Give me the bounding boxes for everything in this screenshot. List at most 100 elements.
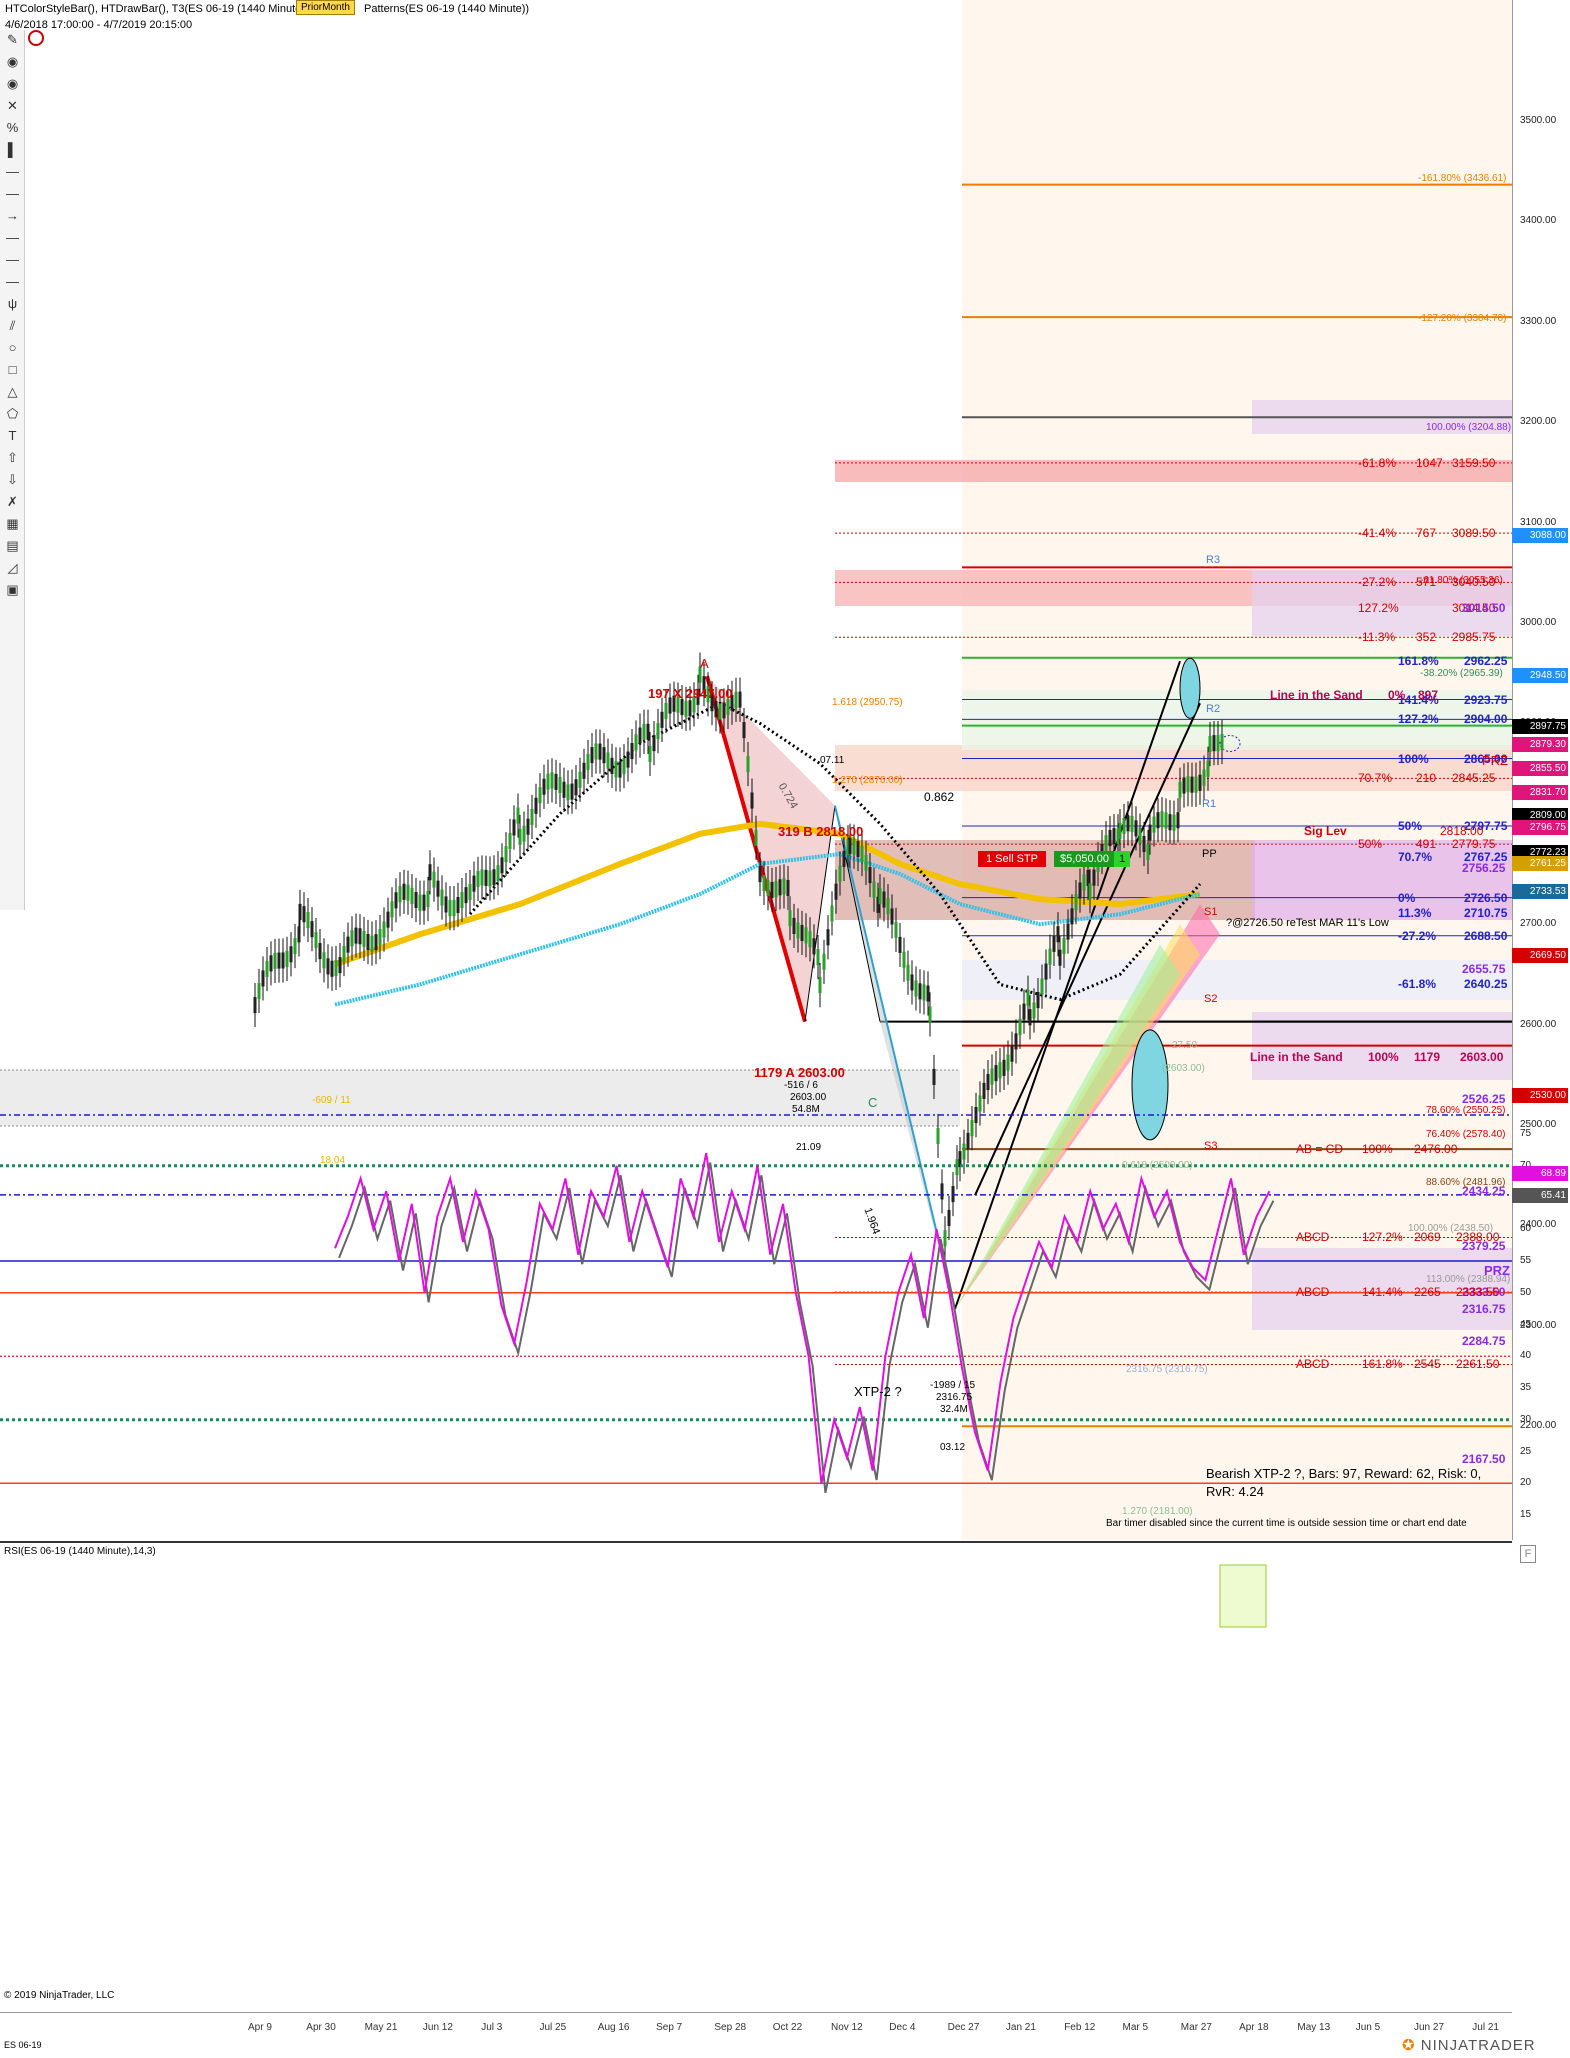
candle-body xyxy=(864,854,868,871)
abcd-name: ABCD xyxy=(1296,1230,1330,1245)
candle-body xyxy=(326,958,330,975)
candle-body xyxy=(302,906,306,923)
abcd-pct: 161.8% xyxy=(1362,1357,1403,1372)
candle-body xyxy=(1202,769,1206,786)
candle-body xyxy=(488,870,492,887)
candle-body xyxy=(1018,1018,1022,1035)
candle-body xyxy=(281,952,285,969)
time-tick: Sep 7 xyxy=(656,2022,683,2033)
prz-pct: 70.7% xyxy=(1358,771,1393,786)
candle-body xyxy=(1122,817,1126,835)
price-label: 2879.30 xyxy=(1512,737,1568,753)
abcd-n: 2545 xyxy=(1414,1357,1441,1372)
rsi-tick: 50 xyxy=(1520,1286,1532,1298)
blue-val: 2904.00 xyxy=(1464,712,1508,727)
candle-body xyxy=(342,946,346,963)
fib-100: 100.00% (2438.50) xyxy=(1408,1223,1494,1234)
fib-1618: 1.618 (2950.75) xyxy=(832,697,903,708)
pivot-r3: R3 xyxy=(1206,554,1221,566)
blue-val: 2726.50 xyxy=(1464,890,1508,905)
ellipse-bottom xyxy=(1131,1029,1169,1141)
panel-divider[interactable] xyxy=(0,1541,1512,1543)
candle-body xyxy=(688,700,692,717)
fib-ext-100: 100.00% (3204.88) xyxy=(1426,422,1512,433)
candle-body xyxy=(518,828,522,845)
candle-body xyxy=(914,980,918,997)
candle-body xyxy=(816,948,820,966)
candle-body xyxy=(926,985,930,1002)
fib-886: 88.60% (2481.96) xyxy=(1426,1177,1506,1188)
candle-body xyxy=(550,772,554,789)
candle-body xyxy=(418,894,422,911)
abcd-val: 2333.50 xyxy=(1456,1285,1500,1300)
candle-body xyxy=(1052,935,1056,952)
qty-tag[interactable]: 1 xyxy=(1114,851,1131,867)
rsi-tick: 45 xyxy=(1520,1318,1532,1330)
candle-body xyxy=(606,752,610,769)
pattern-xab xyxy=(707,676,835,1022)
xtp-label: XTP-2 ? xyxy=(854,1384,902,1399)
candle-body xyxy=(766,880,770,897)
candle-body xyxy=(928,1006,932,1023)
candle-body xyxy=(496,865,500,882)
price-tick: 3300.00 xyxy=(1520,315,1557,327)
candle-body xyxy=(1126,815,1130,832)
candle-body xyxy=(480,869,484,886)
date-0711: 07.11 xyxy=(820,755,845,766)
candle-body xyxy=(962,1143,966,1160)
blue-pct: 0% xyxy=(1398,890,1416,905)
candle-body xyxy=(1048,948,1052,965)
price-label: 2831.70 xyxy=(1512,784,1568,800)
blue-pct: 127.2% xyxy=(1398,712,1439,727)
candle-body xyxy=(452,900,456,917)
candle-body xyxy=(978,1095,982,1112)
prz-pct: -11.3% xyxy=(1358,630,1396,645)
prz-pts: 210 xyxy=(1416,771,1437,786)
blue-val: 2688.50 xyxy=(1464,928,1508,943)
candle-body xyxy=(257,982,261,999)
candle-body xyxy=(622,758,626,775)
line-in-sand-bottom-pct: 100% xyxy=(1368,1050,1399,1064)
candle-body xyxy=(1088,883,1092,900)
time-tick: Jul 3 xyxy=(481,2022,503,2033)
candle-body xyxy=(742,722,746,739)
candle-body xyxy=(1156,812,1160,829)
price-tick: 3200.00 xyxy=(1520,416,1557,428)
candle-body xyxy=(1006,1054,1010,1071)
candle-body xyxy=(318,943,322,960)
candle-body xyxy=(812,938,816,955)
pivot-s3: S3 xyxy=(1204,1140,1218,1152)
abcd-name: ABCD xyxy=(1296,1357,1330,1372)
candle-body xyxy=(1036,992,1040,1009)
blue-pct: -27.2% xyxy=(1398,928,1437,943)
candle-body xyxy=(1206,760,1210,777)
price-label: 2897.75 xyxy=(1512,718,1568,734)
candle-body xyxy=(570,783,574,800)
candle-body xyxy=(346,936,350,953)
point-x-label: 197 X 2947.00 xyxy=(648,686,733,701)
candle-body xyxy=(374,934,378,951)
time-tick: Apr 18 xyxy=(1239,2022,1269,2033)
candle-body xyxy=(1026,989,1030,1006)
candle-body xyxy=(922,984,926,1001)
candle-body xyxy=(386,911,390,928)
low-info-2: 2316.75 xyxy=(936,1392,973,1403)
candle-body xyxy=(426,890,430,908)
logo-mark-icon: ✪ xyxy=(1402,2037,1421,2054)
prz-pts: 1047 xyxy=(1416,455,1443,470)
candle-body xyxy=(456,896,460,914)
retest-note: ?@2726.50 reTest MAR 11's Low xyxy=(1226,917,1389,929)
sell-order-tag[interactable]: 1 Sell STP xyxy=(978,851,1046,867)
time-tick: Feb 12 xyxy=(1064,2022,1096,2033)
candle-body xyxy=(432,871,436,888)
time-tick: Dec 4 xyxy=(889,2022,916,2033)
candle-body xyxy=(792,917,796,934)
candle-body xyxy=(951,1186,955,1203)
price-chart-canvas[interactable] xyxy=(0,0,1570,2058)
candle-body xyxy=(530,808,534,825)
candle-body xyxy=(618,761,622,778)
candle-body xyxy=(656,723,660,740)
line-in-sand-top-val: 897 xyxy=(1418,688,1439,702)
candle-body xyxy=(936,1127,940,1145)
rsi-tick: 30 xyxy=(1520,1413,1532,1425)
